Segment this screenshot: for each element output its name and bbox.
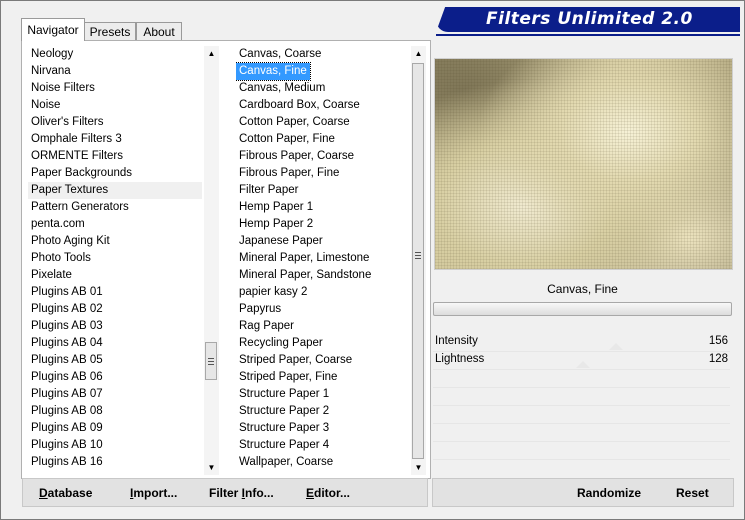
category-list-item[interactable]: Plugins AB 06 xyxy=(28,369,202,386)
filter-list-item[interactable]: Hemp Paper 2 xyxy=(236,216,408,233)
category-list-item[interactable]: Plugins AB 16 xyxy=(28,454,202,471)
category-list-item[interactable]: Pixelate xyxy=(28,267,202,284)
category-list-item[interactable]: Paper Backgrounds xyxy=(28,165,202,182)
category-list-item[interactable]: Plugins AB 03 xyxy=(28,318,202,335)
category-scrollbar[interactable]: ▲ ▼ xyxy=(204,46,219,475)
filter-list-item[interactable]: Canvas, Fine xyxy=(236,62,311,81)
param-label: Intensity xyxy=(435,335,478,347)
category-list-item[interactable]: Noise xyxy=(28,97,202,114)
filter-list-item[interactable]: Rag Paper xyxy=(236,318,408,335)
tab-navigator[interactable]: Navigator xyxy=(21,18,85,41)
empty-param-row xyxy=(433,388,730,406)
param-lightness[interactable]: Lightness 128 xyxy=(433,352,730,370)
category-list-item[interactable]: Neology xyxy=(28,46,202,63)
category-list-item[interactable]: Noise Filters xyxy=(28,80,202,97)
category-list-item[interactable]: Oliver's Filters xyxy=(28,114,202,131)
category-list-item[interactable]: ORMENTE Filters xyxy=(28,148,202,165)
filter-list-item[interactable]: Recycling Paper xyxy=(236,335,408,352)
empty-param-row xyxy=(433,370,730,388)
filter-list-item[interactable]: Filter Paper xyxy=(236,182,408,199)
category-list-item[interactable]: Plugins AB 05 xyxy=(28,352,202,369)
param-intensity[interactable]: Intensity 156 xyxy=(433,334,730,352)
filter-info-button[interactable]: Filter Info... xyxy=(209,486,274,500)
category-list-item[interactable]: Plugins AB 08 xyxy=(28,403,202,420)
filter-list-item[interactable]: Papyrus xyxy=(236,301,408,318)
filter-list-item[interactable]: Fibrous Paper, Coarse xyxy=(236,148,408,165)
empty-param-row xyxy=(433,460,730,477)
filter-list-item[interactable]: Canvas, Coarse xyxy=(236,46,408,63)
category-list-item[interactable]: Plugins AB 04 xyxy=(28,335,202,352)
filter-list-item[interactable]: Mineral Paper, Limestone xyxy=(236,250,408,267)
filter-list-item[interactable]: Structure Paper 3 xyxy=(236,420,408,437)
filter-list-item[interactable]: Structure Paper 4 xyxy=(236,437,408,454)
filter-list-item[interactable]: Canvas, Medium xyxy=(236,80,408,97)
tab-presets[interactable]: Presets xyxy=(84,22,136,41)
filter-list-item[interactable]: papier kasy 2 xyxy=(236,284,408,301)
filter-list-item[interactable]: Striped Paper, Fine xyxy=(236,369,408,386)
category-list-item[interactable]: Plugins AB 10 xyxy=(28,437,202,454)
scroll-down-arrow-icon[interactable]: ▼ xyxy=(411,460,426,475)
editor-button[interactable]: Editor... xyxy=(306,486,350,500)
progress-bar xyxy=(433,302,732,316)
category-list-item[interactable]: Plugins AB 09 xyxy=(28,420,202,437)
param-value: 128 xyxy=(708,353,728,365)
reset-button[interactable]: Reset xyxy=(676,486,709,500)
category-list-item[interactable]: Paper Textures xyxy=(28,182,202,199)
category-list-item[interactable]: Photo Tools xyxy=(28,250,202,267)
filter-list-item[interactable]: Cardboard Box, Coarse xyxy=(236,97,408,114)
filter-list-item[interactable]: Hemp Paper 1 xyxy=(236,199,408,216)
scroll-up-arrow-icon[interactable]: ▲ xyxy=(204,46,219,61)
param-value: 156 xyxy=(708,335,728,347)
scroll-up-arrow-icon[interactable]: ▲ xyxy=(411,46,426,61)
filter-list-item[interactable]: Structure Paper 2 xyxy=(236,403,408,420)
category-list-item[interactable]: Nirvana xyxy=(28,63,202,80)
category-list-item[interactable]: Plugins AB 07 xyxy=(28,386,202,403)
scroll-down-arrow-icon[interactable]: ▼ xyxy=(204,460,219,475)
logo-underline xyxy=(436,34,740,36)
param-label: Lightness xyxy=(435,353,485,365)
slider-marker-icon xyxy=(609,343,623,350)
filter-scrollbar[interactable]: ▲ ▼ xyxy=(411,46,426,475)
category-list-item[interactable]: Pattern Generators xyxy=(28,199,202,216)
category-list-item[interactable]: Plugins AB 01 xyxy=(28,284,202,301)
import-button[interactable]: Import... xyxy=(130,486,177,500)
empty-param-row xyxy=(433,406,730,424)
empty-param-row xyxy=(433,424,730,442)
filter-list-item[interactable]: Cotton Paper, Coarse xyxy=(236,114,408,131)
filter-list-item[interactable]: Wallpaper, Coarse xyxy=(236,454,408,471)
filter-list-item[interactable]: Fibrous Paper, Fine xyxy=(236,165,408,182)
category-list[interactable]: Neology Nirvana Noise Filters Noise Oliver's… xyxy=(28,46,202,471)
logo-text: Filters Unlimited 2.0 xyxy=(486,9,693,29)
preview-image[interactable] xyxy=(434,58,733,270)
empty-param-row xyxy=(433,442,730,460)
database-button[interactable]: Database xyxy=(39,486,92,500)
category-list-item[interactable]: Omphale Filters 3 xyxy=(28,131,202,148)
randomize-button[interactable]: Randomize xyxy=(577,486,641,500)
preview-filter-name: Canvas, Fine xyxy=(547,282,618,296)
filter-list-item[interactable]: Cotton Paper, Fine xyxy=(236,131,408,148)
category-list-item[interactable]: Plugins AB 02 xyxy=(28,301,202,318)
filter-list-item[interactable]: Mineral Paper, Sandstone xyxy=(236,267,408,284)
category-scroll-thumb[interactable] xyxy=(205,342,217,380)
filter-list-item[interactable]: Striped Paper, Coarse xyxy=(236,352,408,369)
category-list-item[interactable]: Photo Aging Kit xyxy=(28,233,202,250)
filter-scroll-thumb[interactable] xyxy=(412,63,424,459)
filter-list-item[interactable]: Structure Paper 1 xyxy=(236,386,408,403)
filter-list[interactable]: Canvas, Coarse Canvas, Fine Canvas, Medium… xyxy=(236,46,408,471)
category-list-item[interactable]: penta.com xyxy=(28,216,202,233)
slider-marker-icon xyxy=(576,361,590,368)
filter-list-item[interactable]: Japanese Paper xyxy=(236,233,408,250)
logo-banner: Filters Unlimited 2.0 xyxy=(436,7,740,32)
tab-about[interactable]: About xyxy=(136,22,182,41)
